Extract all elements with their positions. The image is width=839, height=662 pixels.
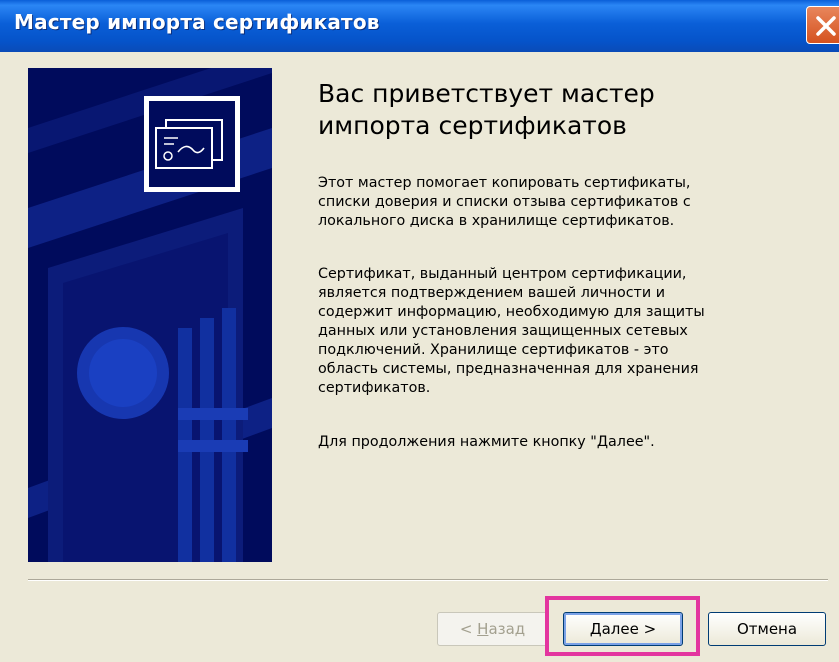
wizard-banner-image: [28, 68, 272, 562]
intro-line-1: Этот мастер помогает копировать сертифик…: [318, 175, 691, 191]
close-button[interactable]: [806, 6, 839, 44]
wizard-heading: Вас приветствует мастер импорта сертифик…: [318, 78, 818, 142]
continue-instruction: Для продолжения нажмите кнопку "Далее".: [318, 434, 655, 450]
back-button[interactable]: < Назад: [437, 612, 548, 646]
description-line-3: содержит информацию, необходимую для защ…: [318, 304, 705, 320]
back-button-rest: азад: [488, 620, 526, 638]
close-icon: [816, 16, 836, 36]
description-line-6: область системы, предназначенная для хра…: [318, 361, 699, 377]
back-button-hotkey: Н: [477, 620, 489, 638]
certificate-import-wizard-window: Мастер импорта сертификатов Вас приветст…: [0, 0, 839, 662]
button-separator: [28, 579, 828, 581]
certificate-illustration: [28, 68, 272, 562]
certificate-description-paragraph: Сертификат, выданный центром сертификаци…: [318, 265, 788, 398]
description-line-7: сертификатов.: [318, 380, 431, 396]
description-line-1: Сертификат, выданный центром сертификаци…: [318, 266, 687, 282]
back-button-prefix: <: [459, 620, 478, 638]
description-line-4: данных или установления защищенных сетев…: [318, 323, 688, 339]
intro-line-3: локального диска в хранилище сертификато…: [318, 213, 675, 229]
window-title: Мастер импорта сертификатов: [14, 10, 380, 34]
next-button-highlight: [545, 596, 700, 656]
description-line-5: подключений. Хранилище сертификатов - эт…: [318, 342, 669, 358]
wizard-heading-line-1: Вас приветствует мастер: [318, 79, 655, 108]
intro-paragraph: Этот мастер помогает копировать сертифик…: [318, 174, 788, 231]
wizard-heading-line-2: импорта сертификатов: [318, 111, 627, 140]
cancel-button[interactable]: Отмена: [708, 612, 826, 646]
description-line-2: является подтверждением вашей личности и: [318, 285, 666, 301]
intro-line-2: списки доверия и списки отзыва сертифика…: [318, 194, 691, 210]
title-bar[interactable]: Мастер импорта сертификатов: [0, 0, 839, 52]
